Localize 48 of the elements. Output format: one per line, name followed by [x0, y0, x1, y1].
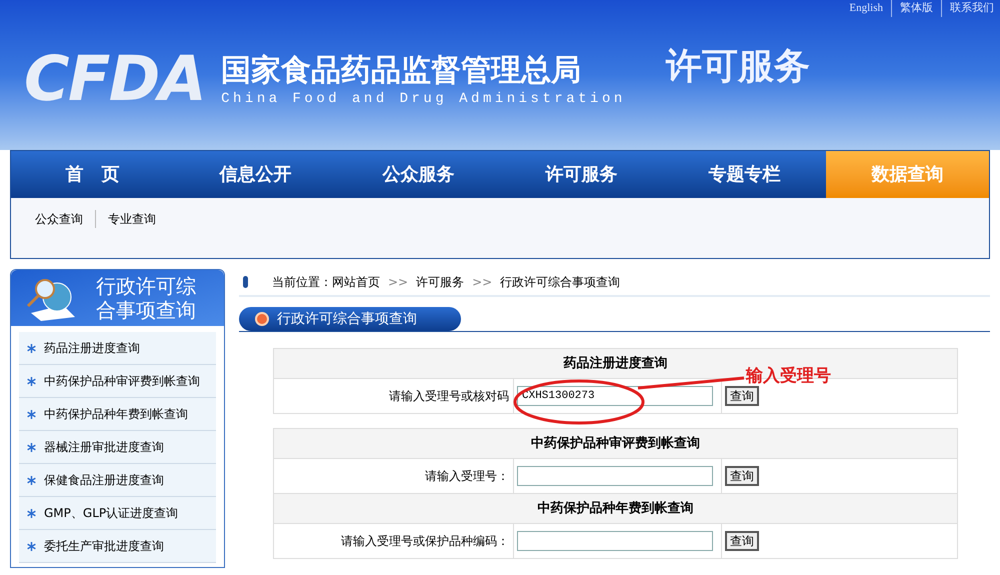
agency-subtitle: China Food and Drug Administration	[221, 90, 626, 109]
asterisk-icon	[27, 410, 36, 418]
nav-tab[interactable]: 信息公开	[174, 151, 337, 198]
sidebar-item[interactable]: 器械注册审批进度查询	[19, 431, 216, 464]
asterisk-icon	[27, 442, 36, 452]
sidebar-item[interactable]: 保健食品注册进度查询	[19, 464, 216, 497]
sidebar-item[interactable]: 委托生产审批进度查询	[19, 530, 216, 563]
section-title: 许可服务	[666, 45, 810, 89]
query-button[interactable]: 查询	[725, 531, 759, 551]
nav-tab[interactable]: 许可服务	[500, 151, 663, 198]
field-label: 请输入受理号或核对码	[274, 379, 514, 413]
query-button[interactable]: 查询	[725, 386, 759, 406]
breadcrumb-link[interactable]: 行政许可综合事项查询	[500, 273, 620, 291]
asterisk-icon	[27, 542, 36, 550]
top-link[interactable]: 繁体版	[891, 0, 933, 16]
sidebar-item[interactable]: 中药保护品种年费到帐查询	[19, 398, 216, 431]
input-field[interactable]	[517, 531, 713, 551]
breadcrumb-separator: >>	[472, 274, 492, 291]
breadcrumb-separator: >>	[388, 274, 408, 291]
top-link[interactable]: 联系我们	[941, 0, 994, 16]
nav-tab[interactable]: 首 页	[11, 151, 174, 198]
agency-title: 国家食品药品监督管理总局	[221, 52, 582, 89]
annotation-label: 输入受理号	[746, 365, 831, 388]
sidebar-item[interactable]: GMP、GLP认证进度查询	[19, 497, 216, 530]
query-button[interactable]: 查询	[725, 466, 759, 486]
asterisk-icon	[27, 508, 36, 518]
nav-tab[interactable]: 公众服务	[337, 151, 500, 198]
breadcrumb-link[interactable]: 当前位置：网站首页	[272, 273, 380, 291]
pin-icon	[243, 276, 248, 288]
asterisk-icon	[27, 476, 36, 484]
input-field[interactable]: CXHS1300273	[517, 386, 713, 406]
top-link[interactable]: English	[849, 0, 883, 16]
input-field[interactable]	[517, 466, 713, 486]
subnav-link[interactable]: 公众查询	[35, 210, 83, 228]
breadcrumb-link[interactable]: 许可服务	[416, 273, 464, 291]
asterisk-icon	[27, 376, 36, 386]
asterisk-icon	[27, 344, 36, 352]
query-title: 中药保护品种年费到帐查询	[274, 494, 957, 524]
field-label: 请输入受理号：	[274, 459, 514, 493]
sidebar-title: 行政许可综合事项查询	[95, 274, 197, 322]
nav-tab[interactable]: 专题专栏	[663, 151, 826, 198]
swirl-icon	[255, 312, 269, 326]
subnav-link[interactable]: 专业查询	[95, 210, 156, 228]
logo: CFDA	[24, 48, 206, 110]
sidebar-item[interactable]: 中药保护品种审评费到帐查询	[19, 365, 216, 398]
query-title: 中药保护品种审评费到帐查询	[274, 429, 957, 459]
sidebar-item[interactable]: 药品注册进度查询	[19, 332, 216, 365]
field-label: 请输入受理号或保护品种编码：	[274, 524, 514, 558]
